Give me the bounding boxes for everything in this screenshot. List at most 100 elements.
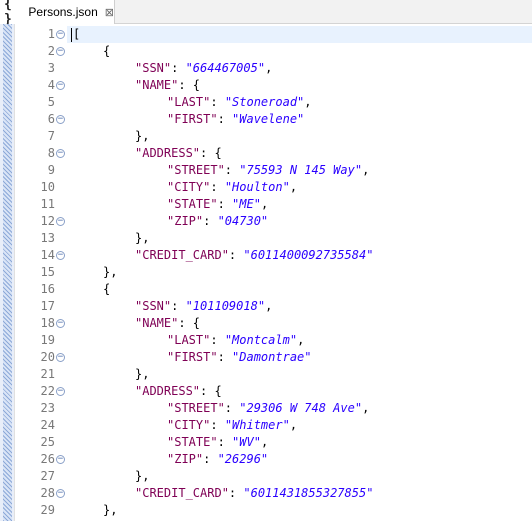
json-string-value: "664467005" bbox=[185, 61, 266, 75]
json-string-value: "WV" bbox=[232, 435, 261, 449]
code-line[interactable]: "ADDRESS": { bbox=[135, 145, 222, 162]
code-line[interactable]: "CREDIT_CARD": "6011431855327855" bbox=[135, 485, 373, 502]
code-line[interactable]: [ bbox=[71, 26, 80, 43]
json-string-value: "Damontrae" bbox=[232, 350, 312, 364]
code-line[interactable]: "STREET": "29306 W 748 Ave", bbox=[167, 400, 369, 417]
separator-token: : bbox=[210, 95, 225, 109]
line-number: 27 bbox=[40, 469, 55, 483]
fold-collapse-icon[interactable]: − bbox=[56, 353, 65, 362]
line-number: 15 bbox=[40, 265, 55, 279]
json-key: "CITY" bbox=[167, 180, 211, 194]
code-line[interactable]: }, bbox=[135, 366, 149, 383]
json-string-value: "04730" bbox=[217, 214, 269, 228]
json-key: "NAME" bbox=[135, 78, 179, 92]
json-key: "SSN" bbox=[135, 299, 172, 313]
json-key: "FIRST" bbox=[167, 350, 218, 364]
json-key: "STREET" bbox=[167, 401, 225, 415]
overview-ruler[interactable] bbox=[0, 24, 15, 521]
code-line[interactable]: "CITY": "Whitmer", bbox=[167, 417, 297, 434]
separator-token: : { bbox=[200, 146, 222, 160]
tab-persons-json[interactable]: { } Persons.json ⊠ bbox=[0, 0, 115, 27]
code-line[interactable]: }, bbox=[135, 230, 149, 247]
line-number: 4 bbox=[47, 78, 55, 92]
separator-token: : bbox=[203, 214, 218, 228]
json-editor[interactable]: [{"SSN": "664467005", "NAME": {"LAST": "S… bbox=[0, 24, 532, 521]
editor-tab-bar: { } Persons.json ⊠ bbox=[0, 0, 532, 27]
fold-collapse-icon[interactable]: − bbox=[56, 455, 65, 464]
code-line[interactable]: "ADDRESS": { bbox=[135, 383, 222, 400]
fold-collapse-icon[interactable]: − bbox=[56, 251, 65, 260]
fold-collapse-icon[interactable]: − bbox=[56, 149, 65, 158]
json-key: "ZIP" bbox=[167, 214, 204, 228]
code-line[interactable]: { bbox=[103, 281, 110, 298]
comma-token: , bbox=[362, 163, 370, 177]
json-string-value: "29306 W 748 Ave" bbox=[239, 401, 363, 415]
code-line[interactable]: }, bbox=[135, 128, 149, 145]
code-line[interactable]: "NAME": { bbox=[135, 77, 200, 94]
comma-token: , bbox=[260, 197, 269, 211]
line-number: 20 bbox=[40, 350, 55, 364]
json-key: "NAME" bbox=[135, 316, 179, 330]
code-line[interactable]: }, bbox=[135, 468, 149, 485]
json-string-value: "Stoneroad" bbox=[224, 95, 305, 109]
text-cursor bbox=[71, 27, 72, 42]
comma-token: , bbox=[265, 299, 273, 313]
line-number: 13 bbox=[40, 231, 55, 245]
fold-collapse-icon[interactable]: − bbox=[56, 81, 65, 90]
separator-token: : bbox=[210, 418, 225, 432]
tab-title: Persons.json bbox=[28, 5, 98, 19]
fold-collapse-icon[interactable]: − bbox=[56, 319, 65, 328]
fold-collapse-icon[interactable]: − bbox=[56, 217, 65, 226]
json-key: "ADDRESS" bbox=[135, 146, 201, 160]
line-number: 28 bbox=[40, 486, 55, 500]
code-line[interactable]: "SSN": "664467005", bbox=[135, 60, 272, 77]
code-line[interactable]: "LAST": "Montcalm", bbox=[167, 332, 304, 349]
fold-collapse-icon[interactable]: − bbox=[56, 47, 65, 56]
separator-token: : bbox=[210, 333, 225, 347]
json-key: "STATE" bbox=[167, 435, 218, 449]
code-line[interactable]: "LAST": "Stoneroad", bbox=[167, 94, 312, 111]
bracket-token: }, bbox=[135, 367, 150, 381]
quick-diff-stripe bbox=[3, 24, 12, 521]
separator-token: : bbox=[210, 180, 225, 194]
code-area[interactable]: [{"SSN": "664467005", "NAME": {"LAST": "S… bbox=[67, 24, 532, 521]
line-number: 6 bbox=[47, 112, 55, 126]
fold-collapse-icon[interactable]: − bbox=[56, 30, 65, 39]
line-number: 9 bbox=[47, 163, 55, 177]
code-line[interactable]: "CREDIT_CARD": "6011400092735584" bbox=[135, 247, 373, 264]
code-line[interactable]: }, bbox=[103, 502, 117, 519]
code-line[interactable]: }, bbox=[103, 264, 117, 281]
line-number: 17 bbox=[40, 299, 55, 313]
json-string-value: "Wavelene" bbox=[232, 112, 305, 126]
json-key: "ADDRESS" bbox=[135, 384, 201, 398]
fold-collapse-icon[interactable]: − bbox=[56, 115, 65, 124]
code-line[interactable]: "ZIP": "26296" bbox=[167, 451, 268, 468]
line-number: 21 bbox=[40, 367, 55, 381]
separator-token: : bbox=[224, 163, 240, 177]
code-line[interactable]: "NAME": { bbox=[135, 315, 200, 332]
code-line[interactable]: "STATE": "ME", bbox=[167, 196, 268, 213]
json-string-value: "Montcalm" bbox=[224, 333, 298, 347]
line-number: 2 bbox=[47, 44, 55, 58]
code-line[interactable]: "STATE": "WV", bbox=[167, 434, 268, 451]
code-line[interactable]: "ZIP": "04730" bbox=[167, 213, 268, 230]
json-braces-icon: { } bbox=[4, 0, 12, 27]
code-line[interactable]: "SSN": "101109018", bbox=[135, 298, 272, 315]
bracket-token: }, bbox=[135, 469, 150, 483]
line-number: 22 bbox=[40, 384, 55, 398]
code-line[interactable]: { bbox=[103, 43, 110, 60]
close-tab-icon[interactable]: ⊠ bbox=[105, 6, 114, 19]
json-string-value: "101109018" bbox=[185, 299, 266, 313]
code-line[interactable]: "STREET": "75593 N 145 Way", bbox=[167, 162, 369, 179]
line-number: 3 bbox=[47, 61, 55, 75]
code-line[interactable]: "FIRST": "Damontrae" bbox=[167, 349, 312, 366]
separator-token: : bbox=[217, 197, 233, 211]
code-line[interactable]: "CITY": "Houlton", bbox=[167, 179, 297, 196]
json-key: "SSN" bbox=[135, 61, 172, 75]
bracket-token: { bbox=[103, 282, 111, 296]
fold-collapse-icon[interactable]: − bbox=[56, 489, 65, 498]
fold-collapse-icon[interactable]: − bbox=[56, 387, 65, 396]
separator-token: : { bbox=[178, 316, 201, 330]
line-number: 18 bbox=[40, 316, 55, 330]
code-line[interactable]: "FIRST": "Wavelene" bbox=[167, 111, 304, 128]
